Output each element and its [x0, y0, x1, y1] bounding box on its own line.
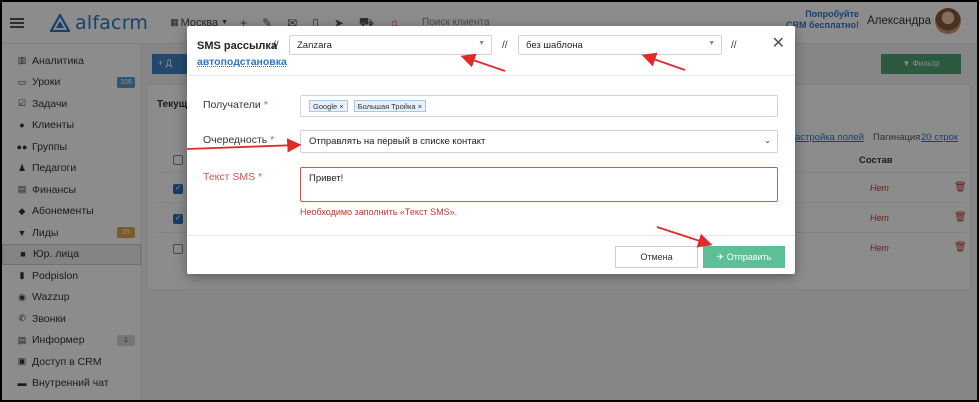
title-separator: //	[273, 40, 279, 51]
sms-dialog: SMS рассылка // Zanzara ▼ // без шаблона…	[187, 26, 795, 274]
template-separator: //	[731, 40, 737, 51]
sms-text-error: Необходимо заполнить «Текст SMS».	[300, 207, 458, 217]
template-value: без шаблона	[526, 40, 583, 51]
required-mark: *	[270, 134, 275, 146]
dialog-header: SMS рассылка // Zanzara ▼ // без шаблона…	[187, 26, 795, 76]
required-mark: *	[258, 171, 263, 183]
required-mark: *	[263, 99, 268, 111]
caret-down-icon: ▼	[708, 40, 715, 47]
sms-text-input[interactable]: Привет!	[300, 167, 778, 202]
recipients-label-text: Получатели	[203, 99, 261, 111]
cancel-button[interactable]: Отмена	[615, 246, 698, 268]
provider-select[interactable]: Zanzara ▼	[289, 35, 492, 55]
caret-down-icon: ▼	[478, 40, 485, 47]
recipients-label: Получатели *	[203, 99, 268, 111]
app-frame: alfacrm ▦ Москва ▼ + ✎ ✉ ▯ ➤ ⛟ ♫ Поиск к…	[0, 0, 979, 402]
recipient-tag[interactable]: Google ×	[309, 100, 348, 112]
order-value: Отправлять на первый в списке контакт	[309, 136, 486, 147]
recipients-input[interactable]: Google × Большая Тройка ×	[300, 95, 778, 117]
order-label-text: Очередность	[203, 134, 268, 146]
order-select[interactable]: Отправлять на первый в списке контакт ⌄	[300, 130, 778, 153]
autosubstitution-link[interactable]: автоподстановка	[197, 56, 287, 68]
sms-text-label: Текст SMS *	[203, 171, 262, 183]
provider-value: Zanzara	[297, 40, 332, 51]
sms-text-label-text: Текст SMS	[203, 171, 256, 183]
dialog-footer: Отмена ✈ Отправить	[187, 235, 795, 274]
chevron-down-icon: ⌄	[764, 136, 771, 145]
send-button[interactable]: ✈ Отправить	[703, 246, 785, 268]
dialog-title: SMS рассылка	[197, 40, 277, 52]
recipient-tag[interactable]: Большая Тройка ×	[353, 100, 427, 112]
order-label: Очередность *	[203, 134, 274, 146]
provider-separator: //	[502, 40, 508, 51]
template-select[interactable]: без шаблона ▼	[518, 35, 722, 55]
close-icon[interactable]: ✕	[772, 33, 785, 53]
